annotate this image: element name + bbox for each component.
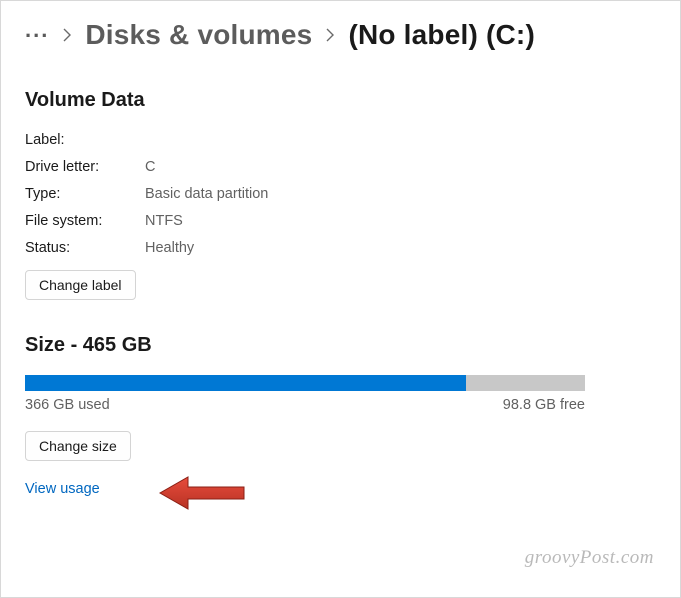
breadcrumb-more-icon[interactable]: ... <box>25 26 49 45</box>
breadcrumb-current: (No label) (C:) <box>348 19 535 51</box>
chevron-right-icon <box>326 28 334 42</box>
volume-section-title: Volume Data <box>25 89 656 112</box>
property-label: Drive letter: <box>25 159 145 175</box>
view-usage-link[interactable]: View usage <box>25 481 656 497</box>
size-section: Size - 465 GB 366 GB used 98.8 GB free C… <box>25 334 656 461</box>
property-value: Basic data partition <box>145 186 268 202</box>
chevron-right-icon <box>63 28 71 42</box>
breadcrumb-parent[interactable]: Disks & volumes <box>85 19 312 51</box>
volume-properties: Label: Drive letter: C Type: Basic data … <box>25 132 656 256</box>
property-label: Status: <box>25 240 145 256</box>
property-row: Status: Healthy <box>25 240 656 256</box>
property-row: Type: Basic data partition <box>25 186 656 202</box>
volume-section: Volume Data Label: Drive letter: C Type:… <box>25 89 656 300</box>
property-label: Label: <box>25 132 145 148</box>
size-stats: 366 GB used 98.8 GB free <box>25 397 585 413</box>
property-label: Type: <box>25 186 145 202</box>
property-value: C <box>145 159 155 175</box>
property-row: File system: NTFS <box>25 213 656 229</box>
property-row: Label: <box>25 132 656 148</box>
size-free-text: 98.8 GB free <box>503 397 585 413</box>
property-label: File system: <box>25 213 145 229</box>
property-value: Healthy <box>145 240 194 256</box>
size-usage-bar <box>25 375 585 391</box>
property-value: NTFS <box>145 213 183 229</box>
change-label-button[interactable]: Change label <box>25 270 136 300</box>
breadcrumb: ... Disks & volumes (No label) (C:) <box>25 19 656 51</box>
size-usage-bar-fill <box>25 375 466 391</box>
property-row: Drive letter: C <box>25 159 656 175</box>
size-used-text: 366 GB used <box>25 397 110 413</box>
size-section-title: Size - 465 GB <box>25 334 656 357</box>
watermark: groovyPost.com <box>525 547 654 569</box>
change-size-button[interactable]: Change size <box>25 431 131 461</box>
